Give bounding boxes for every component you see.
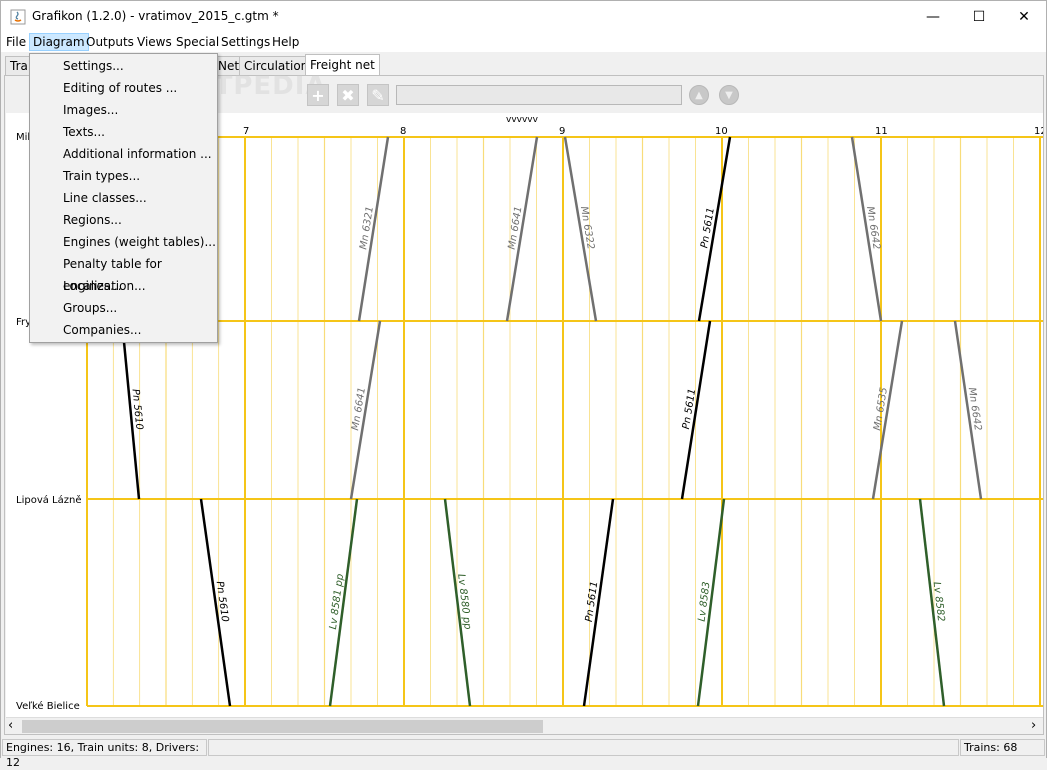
menu-special[interactable]: Special	[173, 33, 222, 51]
menu-bar: File Diagram Outputs Views Special Setti…	[1, 32, 1046, 52]
status-bar: Engines: 16, Train units: 8, Drivers: 12…	[1, 737, 1046, 769]
remove-icon[interactable]: ✖	[337, 84, 359, 106]
java-app-icon	[10, 9, 26, 25]
app-window: Grafikon (1.2.0) - vratimov_2015_c.gtm *…	[0, 0, 1047, 769]
move-up-icon[interactable]: ▲	[689, 85, 709, 105]
status-trains: Trains: 68	[960, 739, 1045, 756]
station-label: Lipová Lázně	[16, 494, 81, 506]
move-down-icon[interactable]: ▼	[719, 85, 739, 105]
diagram-menu-popup: Settings... Editing of routes ... Images…	[29, 53, 218, 343]
menu-views[interactable]: Views	[134, 33, 175, 51]
menu-settings[interactable]: Settings	[218, 33, 273, 51]
status-middle	[208, 739, 959, 756]
menu-item-companies[interactable]: Companies...	[31, 319, 216, 341]
menu-item-localization[interactable]: Localization...	[31, 275, 216, 297]
menu-item-images[interactable]: Images...	[31, 99, 216, 121]
hour-label: 7	[243, 126, 249, 137]
menu-item-additional-information[interactable]: Additional information ...	[31, 143, 216, 165]
hour-label: 12	[1034, 126, 1043, 137]
menu-item-engines[interactable]: Engines (weight tables)...	[31, 231, 216, 253]
menu-item-regions[interactable]: Regions...	[31, 209, 216, 231]
menu-item-line-classes[interactable]: Line classes...	[31, 187, 216, 209]
add-icon[interactable]: +	[307, 84, 329, 106]
status-resources: Engines: 16, Train units: 8, Drivers: 12	[2, 739, 207, 769]
scrollbar-thumb[interactable]	[22, 720, 543, 733]
station-label: Veľké Bielice	[16, 700, 80, 712]
menu-item-groups[interactable]: Groups...	[31, 297, 216, 319]
hour-label: 8	[400, 126, 406, 137]
hour-label: 11	[875, 126, 888, 137]
edit-icon[interactable]: ✎	[367, 84, 389, 106]
route-label: vvvvvv	[506, 115, 539, 125]
menu-diagram[interactable]: Diagram	[29, 33, 89, 51]
horizontal-scrollbar[interactable]: ‹ ›	[6, 717, 1043, 734]
scroll-right-icon[interactable]: ›	[1031, 718, 1036, 733]
hour-label: 10	[715, 126, 728, 137]
window-title: Grafikon (1.2.0) - vratimov_2015_c.gtm *	[32, 9, 279, 23]
menu-file[interactable]: File	[3, 33, 29, 51]
hour-label: 9	[559, 126, 565, 137]
menu-item-settings[interactable]: Settings...	[31, 55, 216, 77]
menu-item-penalty-table[interactable]: Penalty table for engines...	[31, 253, 216, 293]
menu-item-train-types[interactable]: Train types...	[31, 165, 216, 187]
menu-item-texts[interactable]: Texts...	[31, 121, 216, 143]
close-button[interactable]: ✕	[1001, 1, 1047, 32]
route-search-input[interactable]	[396, 85, 682, 105]
maximize-button[interactable]: ☐	[956, 1, 1002, 32]
minimize-button[interactable]: —	[910, 1, 956, 32]
title-bar: Grafikon (1.2.0) - vratimov_2015_c.gtm *…	[1, 1, 1046, 32]
menu-outputs[interactable]: Outputs	[83, 33, 137, 51]
menu-item-editing-of-routes[interactable]: Editing of routes ...	[31, 77, 216, 99]
scroll-left-icon[interactable]: ‹	[8, 718, 13, 733]
menu-help[interactable]: Help	[269, 33, 302, 51]
